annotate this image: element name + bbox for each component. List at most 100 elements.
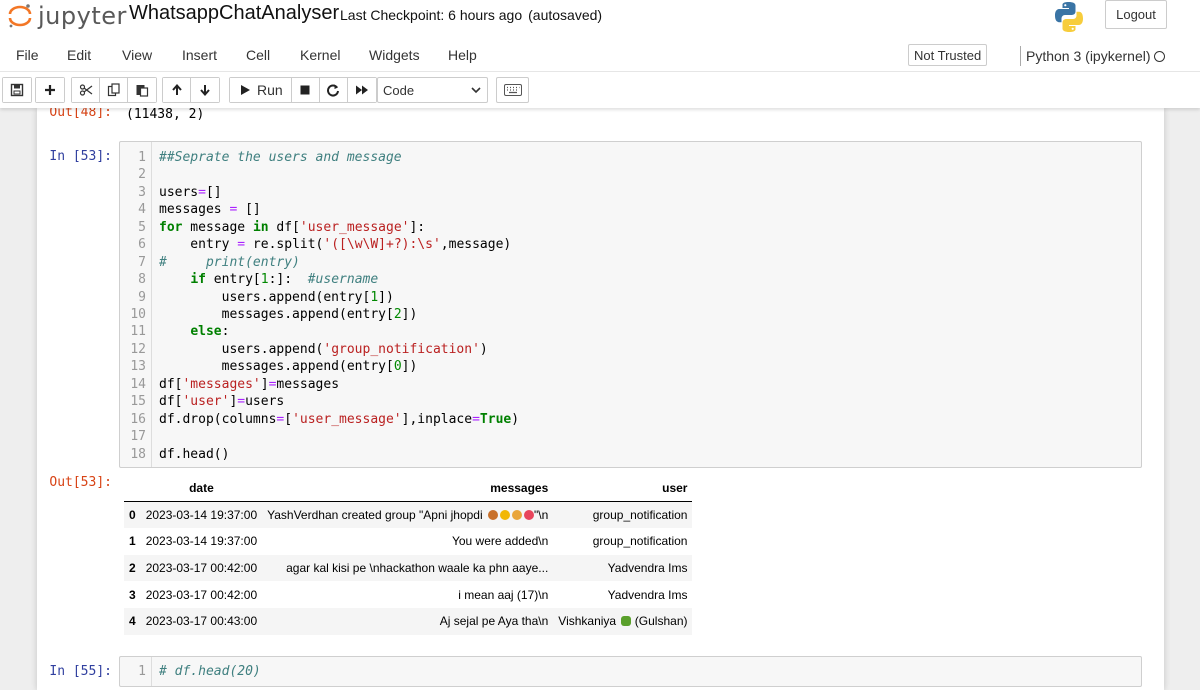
line-number: 3 <box>138 185 146 200</box>
scrollbar-track[interactable] <box>1164 108 1200 690</box>
trust-button[interactable]: Not Trusted <box>908 44 988 66</box>
table-header-row: date messages user <box>124 475 693 503</box>
row-index: 2 <box>129 561 136 576</box>
code-line: # df.head(20) <box>159 664 261 679</box>
cut-button[interactable] <box>72 78 100 102</box>
menu-cell[interactable]: Cell <box>246 47 270 63</box>
restart-run-all-button[interactable] <box>347 78 376 102</box>
jupyter-wordmark: jupyter <box>38 2 127 30</box>
jupyter-logo[interactable]: jupyter <box>6 2 127 30</box>
cell-user: group_notification <box>592 508 688 523</box>
save-button[interactable] <box>3 78 31 102</box>
line-number: 18 <box>130 447 146 462</box>
line-number: 1 <box>138 664 146 679</box>
kernel-separator <box>1020 46 1021 66</box>
code-line: for message in df['user_message']: <box>159 220 426 235</box>
dragon-emoji-icon <box>621 616 632 627</box>
menu-insert[interactable]: Insert <box>182 47 217 63</box>
code-line: entry = re.split('([\w\W]+?):\s',message… <box>159 237 512 252</box>
move-group <box>162 77 220 103</box>
code-line: if entry[1:]: #username <box>190 272 379 287</box>
code-line: else: <box>190 324 230 339</box>
line-number: 5 <box>138 220 146 235</box>
line-number: 11 <box>130 324 146 339</box>
output-prompt: Out[53]: <box>49 475 112 490</box>
line-number: 15 <box>130 394 146 409</box>
insert-group <box>35 77 65 103</box>
keyboard-icon <box>503 84 522 96</box>
user-name-tail: (Gulshan) <box>634 614 688 629</box>
menu-edit[interactable]: Edit <box>67 47 91 63</box>
row-index: 4 <box>129 614 136 629</box>
output-prompt: Out[48]: <box>49 108 112 120</box>
line-number: 8 <box>138 272 146 287</box>
cell-type-value: Code <box>383 82 415 98</box>
code-line: # print(entry) <box>159 255 300 270</box>
kernel-idle-indicator-icon <box>1154 51 1165 62</box>
arrow-down-icon <box>200 85 210 97</box>
code-line: users.append('group_notification') <box>159 342 488 357</box>
stop-icon <box>300 85 310 95</box>
menu-widgets[interactable]: Widgets <box>369 47 420 63</box>
table-row: 0 2023-03-14 19:37:00 YashVerdhan create… <box>124 501 693 529</box>
line-number: 2 <box>138 167 146 182</box>
copy-button[interactable] <box>100 78 128 102</box>
menu-file[interactable]: File <box>16 47 39 63</box>
cell-messages: You were added\n <box>451 534 549 549</box>
cell-user: Vishkaniya (Gulshan) <box>553 608 692 635</box>
dataframe-table: date messages user 0 2023-03-14 19:37:00… <box>124 475 693 635</box>
cell-messages: Aj sejal pe Aya tha\n <box>439 614 549 629</box>
code-line: df.drop(columns=['user_message'],inplace… <box>159 412 520 427</box>
cell-type-select[interactable]: Code <box>377 77 488 103</box>
cell-messages: i mean aaj (17)\n <box>458 587 549 602</box>
menu-kernel[interactable]: Kernel <box>300 47 340 63</box>
code-line: messages = [] <box>159 202 261 217</box>
column-header-date: date <box>140 475 263 503</box>
column-header-user: user <box>553 475 693 503</box>
command-palette-button[interactable] <box>496 77 529 103</box>
run-button[interactable]: Run <box>230 78 292 102</box>
logout-button[interactable]: Logout <box>1105 0 1167 29</box>
checkpoint-status: Last Checkpoint: 6 hours ago (autosaved) <box>340 7 602 23</box>
index-header <box>124 475 141 503</box>
line-number-gutter <box>151 657 152 686</box>
table-row: 4 2023-03-17 00:43:00 Aj sejal pe Aya th… <box>124 607 693 635</box>
code-line: ##Seprate the users and message <box>159 150 402 165</box>
notebook-title[interactable]: WhatsappChatAnalyser <box>129 2 339 25</box>
row-index: 3 <box>129 587 136 602</box>
menu-help[interactable]: Help <box>448 47 477 63</box>
winking-face-emoji-icon <box>500 510 510 521</box>
interrupt-button[interactable] <box>291 78 320 102</box>
insert-cell-button[interactable] <box>36 78 64 102</box>
paste-button[interactable] <box>128 78 156 102</box>
column-header-messages: messages <box>262 475 554 503</box>
code-cell-input[interactable]: 1 # df.head(20) <box>119 656 1142 687</box>
move-down-button[interactable] <box>191 78 219 102</box>
edit-group <box>71 77 157 103</box>
message-text-tail: "\n <box>534 508 549 523</box>
restart-button[interactable] <box>319 78 348 102</box>
code-line: messages.append(entry[0]) <box>159 359 418 374</box>
code-line: users=[] <box>159 185 222 200</box>
table-row: 2 2023-03-17 00:42:00 agar kal kisi pe \… <box>124 554 693 582</box>
code-line: messages.append(entry[2]) <box>159 307 418 322</box>
input-prompt: In [55]: <box>49 664 112 679</box>
line-number: 7 <box>138 255 146 270</box>
message-text: YashVerdhan created group "Apni jhopdi <box>267 508 483 523</box>
code-cell-input[interactable]: 1 2 3 4 5 6 7 8 9 10 11 12 13 14 15 16 17 18 ##Seprate th… <box>119 141 1142 468</box>
cell-user: group_notification <box>592 534 688 549</box>
line-number: 1 <box>138 150 146 165</box>
cell-messages: YashVerdhan created group "Apni jhopdi "… <box>262 502 553 529</box>
line-number: 13 <box>130 359 146 374</box>
kernel-name: Python 3 (ipykernel) <box>1026 48 1151 64</box>
line-number: 10 <box>130 307 146 322</box>
line-number: 14 <box>130 377 146 392</box>
move-up-button[interactable] <box>163 78 191 102</box>
menu-view[interactable]: View <box>122 47 152 63</box>
code-line: df.head() <box>159 447 230 462</box>
cell-messages: agar kal kisi pe \nhackathon waale ka ph… <box>286 561 549 576</box>
cell-user: Yadvendra Ims <box>607 587 688 602</box>
scissors-icon <box>79 84 92 96</box>
row-index: 1 <box>129 534 136 549</box>
line-number: 16 <box>130 412 146 427</box>
